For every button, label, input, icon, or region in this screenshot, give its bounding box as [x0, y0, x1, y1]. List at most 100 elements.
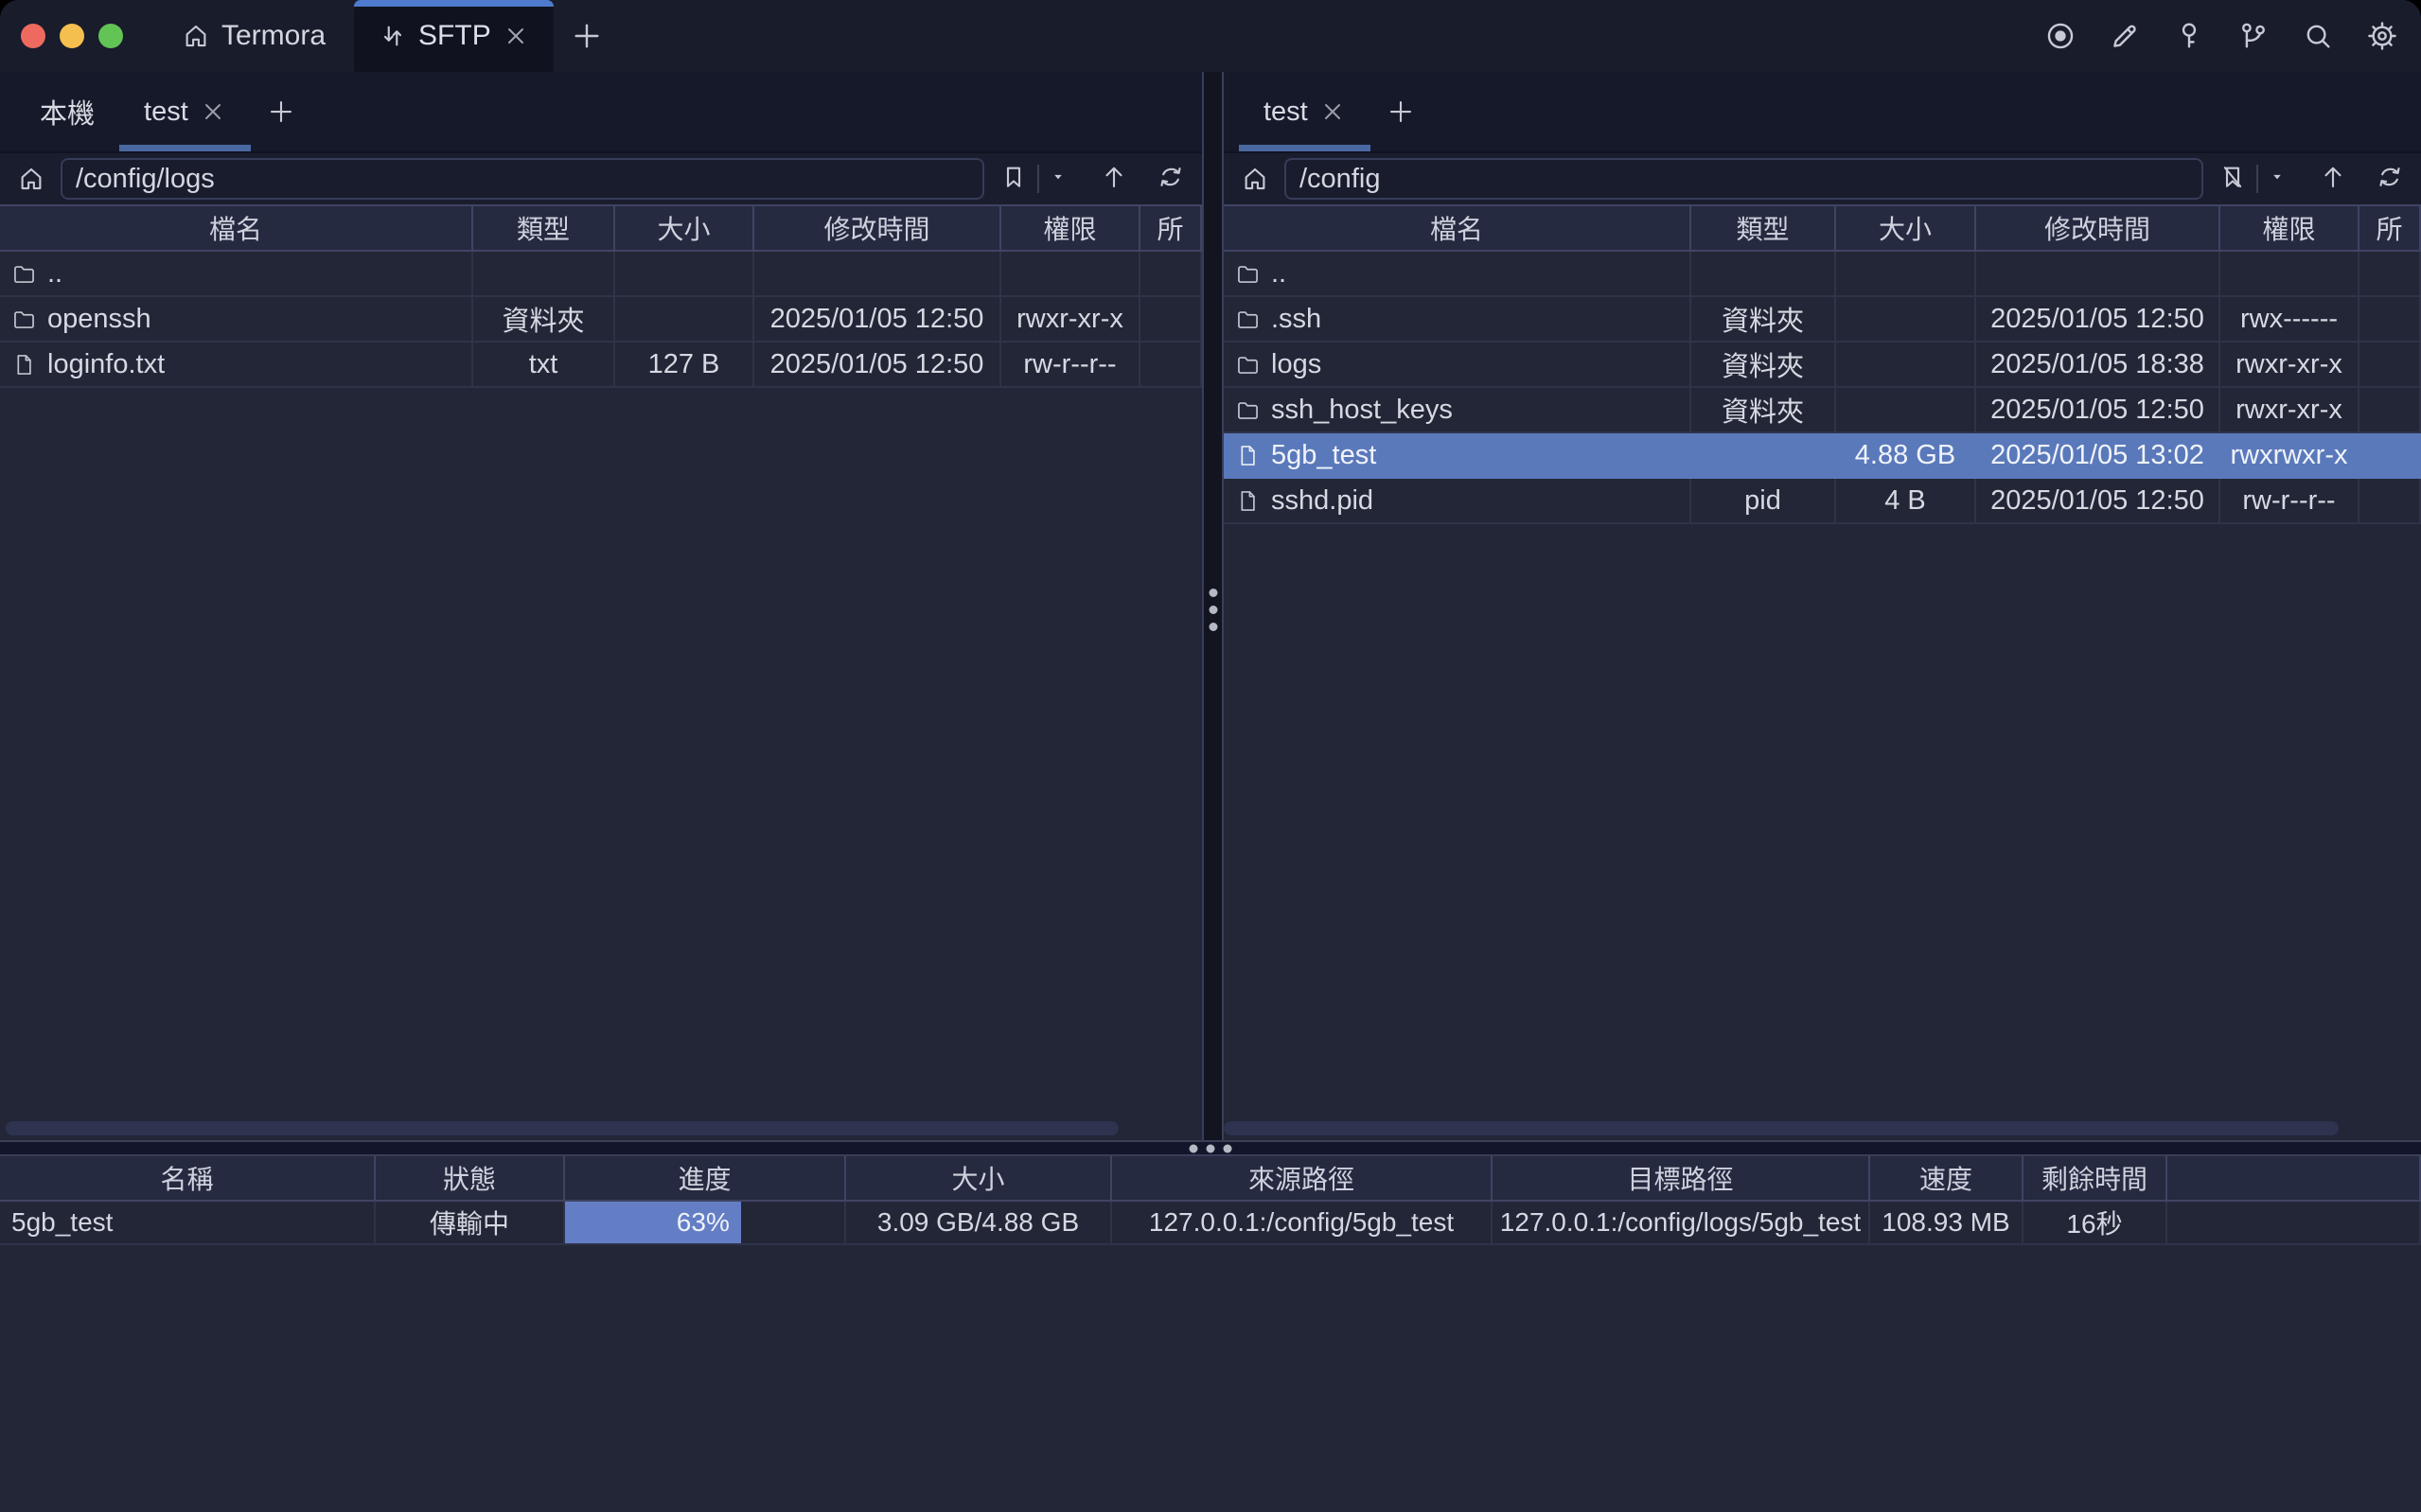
bookmark-off-icon — [2218, 163, 2247, 191]
file-row[interactable]: .ssh資料夾2025/01/05 12:50rwx------ — [1224, 297, 2421, 343]
file-type-cell: txt — [473, 343, 615, 388]
column-header-size[interactable]: 大小 — [846, 1156, 1112, 1200]
file-name-cell: logs — [1224, 343, 1691, 388]
search-button[interactable] — [2294, 12, 2341, 60]
refresh-button[interactable] — [2376, 163, 2404, 196]
file-row[interactable]: openssh資料夾2025/01/05 12:50rwxr-xr-x — [0, 297, 1202, 343]
pencil-icon — [2109, 20, 2141, 52]
record-button[interactable] — [2037, 12, 2084, 60]
column-header-mtime[interactable]: 修改時間 — [754, 206, 1001, 250]
column-header-status[interactable]: 狀態 — [376, 1156, 565, 1200]
column-header-blank — [2167, 1156, 2421, 1200]
column-header-speed[interactable]: 速度 — [1870, 1156, 2023, 1200]
file-perm-cell: rwxrwxr-x — [2220, 433, 2359, 479]
refresh-icon — [2376, 163, 2404, 191]
minimize-window-button[interactable] — [60, 24, 84, 48]
file-icon — [1235, 488, 1261, 514]
file-size-cell — [615, 252, 754, 297]
right-path-tools — [2213, 163, 2410, 196]
tab-sftp[interactable]: SFTP — [354, 0, 554, 72]
column-header-perm[interactable]: 權限 — [2220, 206, 2359, 250]
right-horizontal-scrollbar[interactable] — [1224, 1121, 2339, 1135]
file-row[interactable]: .. — [1224, 252, 2421, 297]
column-header-mtime[interactable]: 修改時間 — [1976, 206, 2220, 250]
file-row[interactable]: loginfo.txttxt127 B2025/01/05 12:50rw-r-… — [0, 343, 1202, 388]
home-icon — [1241, 165, 1269, 193]
left-file-pane: 本機 test 檔名 類型 — [0, 72, 1202, 1140]
file-owner-cell — [2359, 433, 2421, 479]
zoom-window-button[interactable] — [98, 24, 123, 48]
file-row[interactable]: ssh_host_keys資料夾2025/01/05 12:50rwxr-xr-… — [1224, 388, 2421, 433]
refresh-button[interactable] — [1157, 163, 1185, 196]
plus-icon — [267, 97, 295, 126]
go-up-button[interactable] — [2319, 163, 2347, 196]
file-name-cell: loginfo.txt — [0, 343, 473, 388]
column-header-type[interactable]: 類型 — [473, 206, 615, 250]
file-row[interactable]: logs資料夾2025/01/05 18:38rwxr-xr-x — [1224, 343, 2421, 388]
left-home-button[interactable] — [11, 159, 51, 199]
file-owner-cell — [2359, 343, 2421, 388]
folder-icon — [1235, 352, 1261, 378]
column-header-target[interactable]: 目標路徑 — [1493, 1156, 1870, 1200]
column-header-owner[interactable]: 所 — [2359, 206, 2421, 250]
column-header-size[interactable]: 大小 — [615, 206, 754, 250]
edit-button[interactable] — [2101, 12, 2148, 60]
arrow-up-icon — [2319, 163, 2347, 191]
left-path-input[interactable] — [61, 158, 984, 200]
close-icon[interactable] — [200, 98, 226, 125]
transfer-target-cell: 127.0.0.1:/config/logs/5gb_test — [1493, 1202, 1870, 1245]
divider — [1037, 165, 1039, 193]
column-header-owner[interactable]: 所 — [1140, 206, 1202, 250]
column-header-size[interactable]: 大小 — [1836, 206, 1976, 250]
file-owner-cell — [2359, 479, 2421, 524]
close-icon[interactable] — [1319, 98, 1346, 125]
close-window-button[interactable] — [21, 24, 45, 48]
new-tab-button[interactable] — [554, 0, 620, 72]
bookmark-off-button[interactable] — [2218, 163, 2247, 196]
pane-vertical-splitter[interactable] — [1202, 72, 1224, 1140]
column-header-type[interactable]: 類型 — [1691, 206, 1836, 250]
tab-test-left[interactable]: test — [119, 72, 251, 151]
tab-test-right[interactable]: test — [1239, 72, 1370, 151]
column-header-name[interactable]: 檔名 — [0, 206, 473, 250]
bookmark-menu-button[interactable] — [1049, 167, 1068, 191]
refresh-icon — [1157, 163, 1185, 191]
keychain-button[interactable] — [2230, 12, 2277, 60]
folder-icon — [11, 261, 37, 287]
titlebar-actions — [2037, 12, 2421, 60]
file-name-cell: sshd.pid — [1224, 479, 1691, 524]
file-mtime-cell: 2025/01/05 12:50 — [1976, 479, 2220, 524]
column-header-progress[interactable]: 進度 — [565, 1156, 846, 1200]
left-horizontal-scrollbar[interactable] — [6, 1121, 1119, 1135]
gear-icon — [2366, 20, 2398, 52]
column-header-source[interactable]: 來源路徑 — [1112, 1156, 1493, 1200]
bookmark-button[interactable] — [999, 163, 1028, 196]
right-path-input[interactable] — [1284, 158, 2203, 200]
transfer-updown-icon — [379, 22, 407, 50]
tab-termora[interactable]: Termora — [153, 0, 354, 72]
file-size-cell: 127 B — [615, 343, 754, 388]
file-row[interactable]: 5gb_test4.88 GB2025/01/05 13:02rwxrwxr-x — [1224, 433, 2421, 479]
bookmark-menu-button[interactable] — [2268, 167, 2287, 191]
file-icon — [11, 352, 37, 378]
close-tab-icon[interactable] — [503, 23, 529, 49]
transfer-row[interactable]: 5gb_test傳輸中63%3.09 GB/4.88 GB127.0.0.1:/… — [0, 1202, 2421, 1245]
transfer-panel-splitter[interactable] — [0, 1140, 2421, 1156]
go-up-button[interactable] — [1100, 163, 1128, 196]
column-header-name[interactable]: 名稱 — [0, 1156, 376, 1200]
column-header-name[interactable]: 檔名 — [1224, 206, 1691, 250]
column-header-perm[interactable]: 權限 — [1001, 206, 1140, 250]
column-header-remaining[interactable]: 剩餘時間 — [2023, 1156, 2167, 1200]
right-new-tab-button[interactable] — [1370, 72, 1431, 151]
settings-button[interactable] — [2359, 12, 2406, 60]
left-table-header: 檔名 類型 大小 修改時間 權限 所 — [0, 204, 1202, 252]
tab-local[interactable]: 本機 — [15, 72, 119, 151]
left-new-tab-button[interactable] — [251, 72, 311, 151]
keys-button[interactable] — [2165, 12, 2213, 60]
file-mtime-cell: 2025/01/05 12:50 — [754, 343, 1001, 388]
file-name-cell: .. — [0, 252, 473, 297]
file-row[interactable]: .. — [0, 252, 1202, 297]
file-name-cell: ssh_host_keys — [1224, 388, 1691, 433]
file-row[interactable]: sshd.pidpid4 B2025/01/05 12:50rw-r--r-- — [1224, 479, 2421, 524]
right-home-button[interactable] — [1235, 159, 1275, 199]
